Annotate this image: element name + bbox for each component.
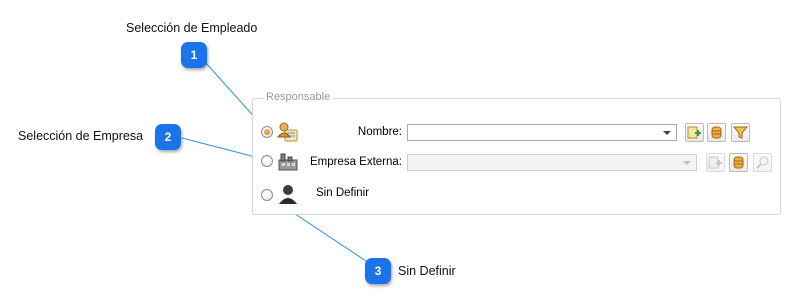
empresa-externa-combo[interactable] (407, 154, 697, 171)
database-button[interactable] (707, 123, 726, 142)
add-employee-icon (687, 126, 701, 139)
company-building-icon (278, 153, 298, 171)
nombre-combo[interactable] (407, 124, 677, 141)
callout-badge-1: 1 (181, 42, 207, 68)
chevron-down-icon[interactable] (683, 161, 691, 165)
add-company-icon (708, 156, 722, 169)
callout-badge-2: 2 (155, 124, 181, 150)
filter-button[interactable] (731, 123, 750, 142)
person-silhouette-icon (279, 185, 297, 204)
callout-text-2: Selección de Empresa (18, 129, 144, 143)
groupbox-legend: Responsable (263, 91, 334, 103)
callout-text-1: Selección de Empleado (126, 21, 258, 35)
employee-icon (277, 122, 298, 142)
company-database-button[interactable] (729, 153, 748, 172)
radio-company[interactable] (261, 155, 273, 167)
radio-employee[interactable] (261, 126, 273, 138)
add-employee-button[interactable] (685, 123, 704, 142)
callout-badge-3: 3 (365, 258, 391, 284)
search-icon (756, 156, 769, 169)
empresa-externa-label: Empresa Externa: (309, 156, 402, 168)
database-icon (733, 156, 744, 169)
search-button[interactable] (753, 153, 772, 172)
add-company-button[interactable] (706, 153, 725, 172)
chevron-down-icon[interactable] (663, 131, 671, 135)
database-icon (711, 126, 722, 139)
radio-undefined[interactable] (261, 189, 273, 201)
nombre-label: Nombre: (357, 126, 402, 138)
callout-text-3: Sin Definir (398, 264, 456, 278)
filter-icon (733, 126, 748, 139)
sin-definir-label: Sin Definir (316, 187, 370, 199)
